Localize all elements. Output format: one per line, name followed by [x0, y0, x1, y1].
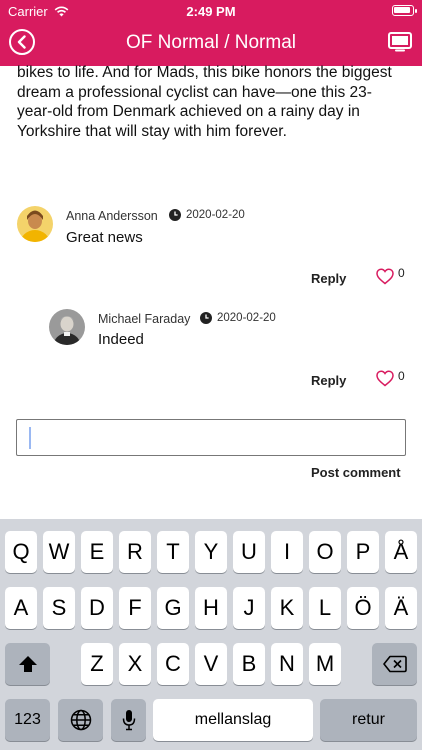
comment-input[interactable] — [16, 419, 406, 456]
key-y[interactable]: Y — [195, 531, 227, 573]
comment-author: Michael Faraday — [98, 312, 191, 326]
clock-icon — [200, 312, 212, 324]
key-d[interactable]: D — [81, 587, 113, 629]
key-m[interactable]: M — [309, 643, 341, 685]
tv-icon[interactable] — [388, 32, 412, 52]
return-key[interactable]: retur — [320, 699, 417, 741]
comment-date: 2020-02-20 — [217, 312, 276, 324]
like-count: 0 — [398, 369, 405, 383]
status-time: 2:49 PM — [186, 4, 236, 19]
key-u[interactable]: U — [233, 531, 265, 573]
key-a[interactable]: A — [5, 587, 37, 629]
key-x[interactable]: X — [119, 643, 151, 685]
key-p[interactable]: P — [347, 531, 379, 573]
post-comment-button[interactable]: Post comment — [311, 465, 401, 480]
key-g[interactable]: G — [157, 587, 189, 629]
avatar — [49, 309, 85, 345]
reply-button[interactable]: Reply — [311, 271, 346, 286]
status-bar: Carrier 2:49 PM — [0, 0, 422, 22]
key-z[interactable]: Z — [81, 643, 113, 685]
key-j[interactable]: J — [233, 587, 265, 629]
key-n[interactable]: N — [271, 643, 303, 685]
app-header: Carrier 2:49 PM OF Normal / Normal — [0, 0, 422, 66]
key-h[interactable]: H — [195, 587, 227, 629]
article-body: bikes to life. And for Mads, this bike h… — [17, 64, 392, 140]
key-c[interactable]: C — [157, 643, 189, 685]
key-l[interactable]: L — [309, 587, 341, 629]
space-key[interactable]: mellanslag — [153, 699, 313, 741]
heart-icon[interactable] — [376, 268, 394, 285]
key-o-umlaut[interactable]: Ö — [347, 587, 379, 629]
page-title: OF Normal / Normal — [126, 32, 296, 53]
comment-date: 2020-02-20 — [186, 209, 245, 221]
key-q[interactable]: Q — [5, 531, 37, 573]
comment-text: Indeed — [98, 331, 144, 348]
key-w[interactable]: W — [43, 531, 75, 573]
shift-key[interactable] — [5, 643, 50, 685]
key-b[interactable]: B — [233, 643, 265, 685]
heart-icon[interactable] — [376, 370, 394, 387]
globe-key[interactable] — [58, 699, 103, 741]
battery-icon — [392, 5, 417, 16]
shift-arrow-icon — [18, 656, 37, 672]
numbers-key[interactable]: 123 — [5, 699, 50, 741]
key-k[interactable]: K — [271, 587, 303, 629]
key-a-umlaut[interactable]: Ä — [385, 587, 417, 629]
reply-button[interactable]: Reply — [311, 373, 346, 388]
microphone-icon — [122, 710, 135, 731]
key-r[interactable]: R — [119, 531, 151, 573]
backspace-icon — [382, 655, 407, 673]
globe-icon — [70, 709, 91, 731]
text-caret — [29, 427, 31, 449]
comment-text: Great news — [66, 229, 143, 246]
key-s[interactable]: S — [43, 587, 75, 629]
comment-author: Anna Andersson — [66, 209, 158, 223]
key-f[interactable]: F — [119, 587, 151, 629]
key-a-ring[interactable]: Å — [385, 531, 417, 573]
key-t[interactable]: T — [157, 531, 189, 573]
backspace-key[interactable] — [372, 643, 417, 685]
navigation-bar: OF Normal / Normal — [0, 22, 422, 66]
onscreen-keyboard: Q W E R T Y U I O P Å A S D F G H J K L … — [0, 519, 422, 750]
like-count: 0 — [398, 266, 405, 280]
key-v[interactable]: V — [195, 643, 227, 685]
microphone-key[interactable] — [111, 699, 146, 741]
key-o[interactable]: O — [309, 531, 341, 573]
clock-icon — [169, 209, 181, 221]
key-e[interactable]: E — [81, 531, 113, 573]
avatar — [17, 206, 53, 242]
key-i[interactable]: I — [271, 531, 303, 573]
